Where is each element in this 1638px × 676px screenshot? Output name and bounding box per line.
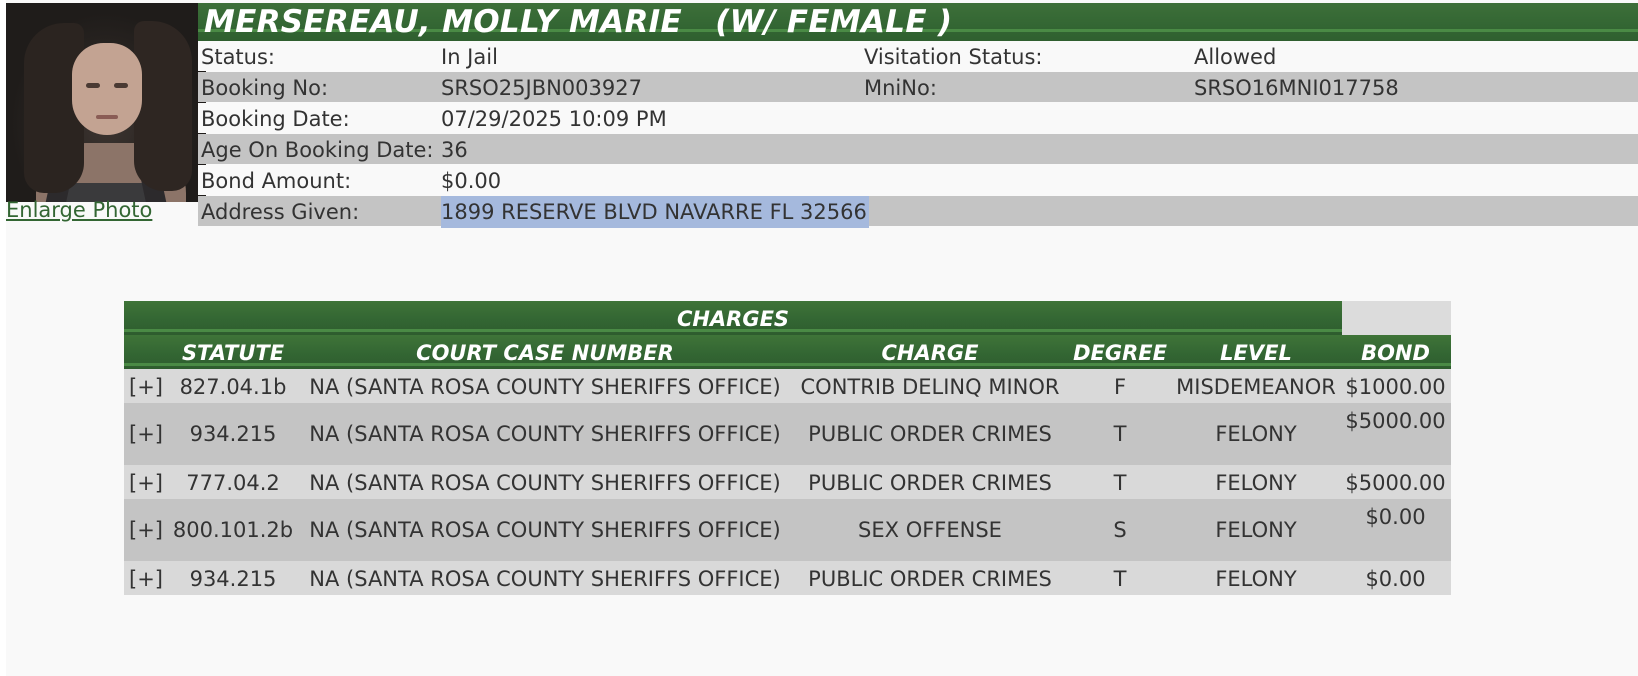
- age-label: Age On Booking Date:: [201, 138, 434, 162]
- expand-row-button[interactable]: [+]: [124, 369, 168, 405]
- mni-value: SRSO16MNI017758: [1194, 76, 1399, 100]
- level-cell: FELONY: [1215, 471, 1297, 495]
- degree-header: DEGREE: [1073, 341, 1167, 365]
- charge-cell: SEX OFFENSE: [858, 518, 1002, 542]
- court-case-cell: NA (SANTA ROSA COUNTY SHERIFFS OFFICE): [309, 471, 781, 495]
- statute-cell: 827.04.1b: [179, 375, 287, 399]
- booking-date-label: Booking Date:: [201, 107, 350, 131]
- visitation-label: Visitation Status:: [864, 45, 1043, 69]
- bond-amount-label: Bond Amount:: [201, 169, 352, 193]
- charges-header-row: STATUTE COURT CASE NUMBER CHARGE DEGREE …: [124, 335, 1451, 369]
- address-value[interactable]: 1899 RESERVE BLVD NAVARRE FL 32566: [441, 196, 869, 228]
- bond-header: BOND: [1361, 341, 1430, 365]
- booking-date-value: 07/29/2025 10:09 PM: [441, 107, 667, 131]
- inmate-name: MERSEREAU, MOLLY MARIE (W/ FEMALE ): [204, 4, 953, 40]
- inmate-photo[interactable]: [6, 3, 206, 202]
- degree-cell: S: [1113, 518, 1127, 542]
- table-row: [+] 800.101.2b NA (SANTA ROSA COUNTY SHE…: [124, 499, 1451, 561]
- level-cell: FELONY: [1215, 422, 1297, 446]
- statute-cell: 934.215: [189, 567, 277, 591]
- degree-cell: T: [1113, 422, 1127, 446]
- booking-no-value: SRSO25JBN003927: [441, 76, 642, 100]
- charge-cell: CONTRIB DELINQ MINOR: [800, 375, 1060, 399]
- bond-amount-row: Bond Amount: $0.00: [198, 165, 1638, 195]
- statute-cell: 800.101.2b: [172, 518, 294, 542]
- degree-cell: T: [1113, 471, 1127, 495]
- bond-cell: $5000.00: [1345, 409, 1446, 433]
- charge-cell: PUBLIC ORDER CRIMES: [808, 567, 1052, 591]
- table-row: [+] 777.04.2 NA (SANTA ROSA COUNTY SHERI…: [124, 465, 1451, 499]
- charges-title-bar: CHARGES: [124, 301, 1342, 335]
- mni-label: MniNo:: [864, 76, 937, 100]
- address-row: Address Given: 1899 RESERVE BLVD NAVARRE…: [198, 196, 1638, 228]
- status-label: Status:: [201, 45, 275, 69]
- court-case-cell: NA (SANTA ROSA COUNTY SHERIFFS OFFICE): [309, 567, 781, 591]
- expand-row-button[interactable]: [+]: [124, 561, 168, 597]
- age-row: Age On Booking Date: 36: [198, 134, 1638, 164]
- level-header: LEVEL: [1220, 341, 1292, 365]
- bond-amount-value: $0.00: [441, 169, 502, 193]
- table-row: [+] 934.215 NA (SANTA ROSA COUNTY SHERIF…: [124, 561, 1451, 595]
- level-cell: MISDEMEANOR: [1176, 375, 1336, 399]
- bond-cell: $0.00: [1365, 567, 1426, 591]
- court-case-header: COURT CASE NUMBER: [416, 341, 674, 365]
- expand-row-button[interactable]: [+]: [124, 416, 168, 452]
- table-row: [+] 934.215 NA (SANTA ROSA COUNTY SHERIF…: [124, 403, 1451, 465]
- court-case-cell: NA (SANTA ROSA COUNTY SHERIFFS OFFICE): [309, 518, 781, 542]
- enlarge-photo-link[interactable]: Enlarge Photo: [6, 198, 152, 222]
- level-cell: FELONY: [1215, 567, 1297, 591]
- table-row: [+] 827.04.1b NA (SANTA ROSA COUNTY SHER…: [124, 369, 1451, 403]
- status-value: In Jail: [441, 45, 498, 69]
- age-value: 36: [441, 138, 468, 162]
- address-label: Address Given:: [201, 200, 360, 224]
- status-row: Status: In Jail Visitation Status: Allow…: [198, 41, 1638, 71]
- inmate-name-header: MERSEREAU, MOLLY MARIE (W/ FEMALE ): [198, 3, 1638, 41]
- visitation-value: Allowed: [1194, 45, 1277, 69]
- degree-cell: F: [1113, 375, 1127, 399]
- statute-cell: 934.215: [189, 422, 277, 446]
- charge-header: CHARGE: [881, 341, 979, 365]
- statute-header: STATUTE: [181, 341, 285, 365]
- inmate-detail-page: Enlarge Photo MERSEREAU, MOLLY MARIE (W/…: [6, 0, 1638, 676]
- charge-cell: PUBLIC ORDER CRIMES: [808, 471, 1052, 495]
- level-cell: FELONY: [1215, 518, 1297, 542]
- booking-date-row: Booking Date: 07/29/2025 10:09 PM: [198, 103, 1638, 133]
- charges-title: CHARGES: [676, 307, 790, 331]
- expand-row-button[interactable]: [+]: [124, 512, 168, 548]
- degree-cell: T: [1113, 567, 1127, 591]
- court-case-cell: NA (SANTA ROSA COUNTY SHERIFFS OFFICE): [309, 375, 781, 399]
- bond-cell: $0.00: [1365, 505, 1426, 529]
- bond-cell: $1000.00: [1345, 375, 1446, 399]
- booking-no-label: Booking No:: [201, 76, 329, 100]
- court-case-cell: NA (SANTA ROSA COUNTY SHERIFFS OFFICE): [309, 422, 781, 446]
- charge-cell: PUBLIC ORDER CRIMES: [808, 422, 1052, 446]
- booking-no-row: Booking No: SRSO25JBN003927 MniNo: SRSO1…: [198, 72, 1638, 102]
- expand-row-button[interactable]: [+]: [124, 465, 168, 501]
- bond-cell: $5000.00: [1345, 471, 1446, 495]
- statute-cell: 777.04.2: [186, 471, 280, 495]
- charges-table: CHARGES STATUTE COURT CASE NUMBER CHARGE…: [124, 301, 1451, 595]
